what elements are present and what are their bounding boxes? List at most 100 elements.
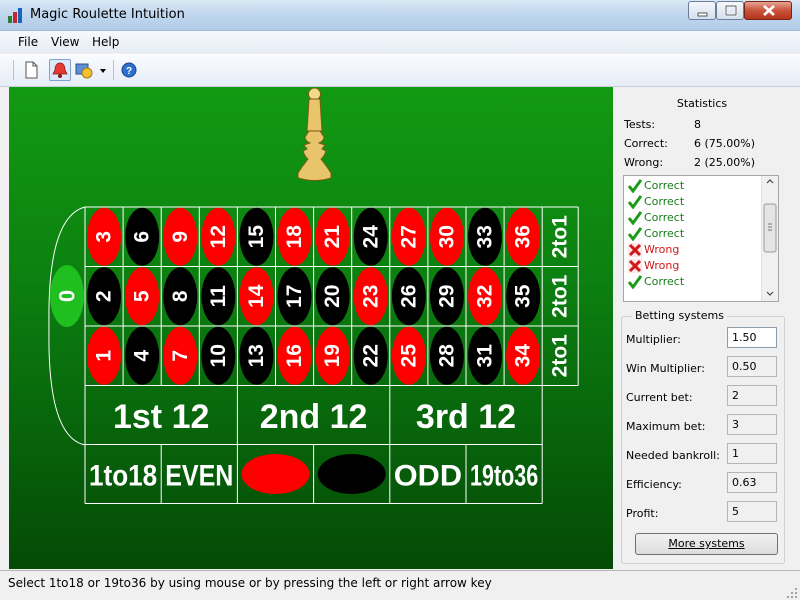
number-label-21: 21 — [321, 225, 344, 249]
number-label-10: 10 — [207, 344, 230, 367]
number-label-27: 27 — [397, 225, 420, 248]
dozen-bet-1[interactable]: 1st 12 — [113, 398, 209, 436]
number-cell-23[interactable]: 23 — [353, 267, 388, 326]
close-button[interactable] — [744, 1, 792, 20]
maximum-bet-label: Maximum bet: — [626, 420, 706, 433]
number-cell-22[interactable]: 22 — [353, 326, 388, 385]
high-bet[interactable]: 19to36 — [470, 460, 538, 493]
number-cell-6[interactable]: 6 — [125, 207, 160, 266]
profit-field: 5 — [727, 501, 777, 522]
number-cell-17[interactable]: 17 — [277, 267, 312, 326]
number-cell-20[interactable]: 20 — [315, 267, 350, 326]
result-label: Wrong — [644, 259, 680, 272]
number-cell-34[interactable]: 34 — [506, 326, 541, 385]
number-label-34: 34 — [512, 344, 535, 368]
results-list[interactable]: Correct Correct Correct Correct Wrong Wrong Co… — [623, 175, 779, 302]
number-cell-14[interactable]: 14 — [239, 267, 274, 326]
efficiency-label: Efficiency: — [626, 478, 682, 491]
number-cell-11[interactable]: 11 — [201, 267, 236, 326]
zero-cell[interactable]: 0 — [48, 206, 86, 446]
low-bet[interactable]: 1to18 — [89, 460, 157, 493]
efficiency-field: 0.63 — [727, 472, 777, 493]
number-label-14: 14 — [245, 284, 268, 308]
alert-button[interactable] — [49, 59, 71, 81]
number-cell-35[interactable]: 35 — [506, 267, 541, 326]
number-cell-26[interactable]: 26 — [391, 267, 426, 326]
number-cell-24[interactable]: 24 — [353, 207, 388, 266]
roulette-layout: 0 3 6 9 12 15 18 21 24 27 30 33 362 5 8 11 14 17 20 23 26 29… — [48, 87, 579, 504]
number-cell-3[interactable]: 3 — [87, 207, 122, 266]
statistics-title: Statistics — [676, 97, 728, 110]
number-cell-12[interactable]: 12 — [201, 207, 236, 266]
new-button[interactable] — [20, 59, 42, 81]
more-systems-button[interactable]: More systems — [635, 533, 778, 555]
maximize-button[interactable] — [716, 1, 744, 20]
tests-label: Tests: — [624, 118, 656, 131]
column-bet-3[interactable]: 2to1 — [549, 334, 572, 378]
systems-dropdown[interactable] — [98, 62, 108, 78]
number-cell-30[interactable]: 30 — [429, 207, 464, 266]
systems-button[interactable] — [73, 59, 95, 81]
correct-label: Correct: — [624, 137, 668, 150]
minimize-button[interactable] — [688, 1, 716, 20]
number-cell-28[interactable]: 28 — [429, 326, 464, 385]
number-label-16: 16 — [283, 344, 306, 367]
number-cell-25[interactable]: 25 — [391, 326, 426, 385]
odd-bet[interactable]: ODD — [394, 460, 462, 493]
help-button[interactable]: ? — [118, 59, 140, 81]
number-cell-9[interactable]: 9 — [163, 207, 198, 266]
number-cell-31[interactable]: 31 — [468, 326, 503, 385]
maximize-icon — [724, 4, 738, 17]
close-icon — [763, 5, 775, 16]
number-label-9: 9 — [169, 231, 192, 243]
black-bet[interactable] — [317, 454, 386, 494]
systems-icon — [75, 63, 93, 79]
number-label-0: 0 — [55, 290, 80, 302]
menu-view[interactable]: View — [51, 35, 79, 49]
status-text: Select 1to18 or 19to36 by using mouse or… — [8, 576, 492, 590]
number-cell-21[interactable]: 21 — [315, 207, 350, 266]
current-bet-label: Current bet: — [626, 391, 693, 404]
roulette-table: 0 3 6 9 12 15 18 21 24 27 30 33 36 2 5 8 11 14 17 20 23 26 29… — [9, 87, 613, 569]
number-cell-13[interactable]: 13 — [239, 326, 274, 385]
number-label-12: 12 — [207, 225, 230, 248]
profit-label: Profit: — [626, 507, 659, 520]
column-bet-1[interactable]: 2to1 — [549, 215, 572, 259]
scroll-thumb[interactable] — [763, 203, 777, 253]
cross-icon — [628, 259, 642, 273]
checkmark-icon — [628, 275, 642, 289]
number-cell-19[interactable]: 19 — [315, 326, 350, 385]
number-cell-10[interactable]: 10 — [201, 326, 236, 385]
number-cell-33[interactable]: 33 — [468, 207, 503, 266]
even-bet[interactable]: EVEN — [165, 460, 233, 493]
number-cell-18[interactable]: 18 — [277, 207, 312, 266]
red-bet[interactable] — [241, 454, 310, 494]
number-cell-1[interactable]: 1 — [87, 326, 122, 385]
checkmark-icon — [628, 179, 642, 193]
number-label-26: 26 — [397, 285, 420, 308]
number-label-2: 2 — [93, 290, 116, 302]
betting-systems-group: Betting systems — [621, 309, 785, 564]
menu-file[interactable]: File — [18, 35, 38, 49]
needed-bankroll-field: 1 — [727, 443, 777, 464]
status-bar: Select 1to18 or 19to36 by using mouse or… — [0, 570, 800, 600]
number-cell-27[interactable]: 27 — [391, 207, 426, 266]
number-cell-36[interactable]: 36 — [506, 207, 541, 266]
multiplier-input[interactable]: 1.50 — [727, 327, 777, 348]
resize-grip-icon[interactable] — [786, 587, 798, 599]
number-cell-29[interactable]: 29 — [429, 267, 464, 326]
column-bet-2[interactable]: 2to1 — [549, 274, 572, 318]
number-cell-8[interactable]: 8 — [163, 267, 198, 326]
number-cell-2[interactable]: 2 — [87, 267, 122, 326]
number-cell-32[interactable]: 32 — [468, 267, 503, 326]
maximum-bet-field: 3 — [727, 414, 777, 435]
dozen-bet-3[interactable]: 3rd 12 — [416, 398, 516, 436]
number-cell-7[interactable]: 7 — [163, 326, 198, 385]
dozen-bet-2[interactable]: 2nd 12 — [260, 398, 368, 436]
number-cell-5[interactable]: 5 — [125, 267, 160, 326]
menu-help[interactable]: Help — [92, 35, 119, 49]
number-cell-16[interactable]: 16 — [277, 326, 312, 385]
results-scrollbar[interactable] — [761, 176, 778, 301]
number-cell-15[interactable]: 15 — [239, 207, 274, 266]
number-cell-4[interactable]: 4 — [125, 326, 160, 385]
